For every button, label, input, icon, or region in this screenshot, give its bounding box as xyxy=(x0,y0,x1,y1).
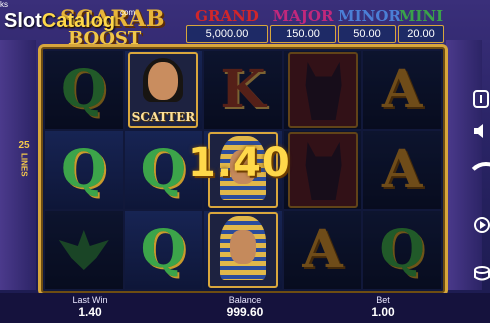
reel-cell xyxy=(45,211,123,289)
balance-label: Balance xyxy=(228,295,262,305)
watermark-right: Catalog xyxy=(41,10,116,32)
symbol-k: K xyxy=(220,59,266,120)
pharaoh-face xyxy=(229,230,256,264)
symbol-q: Q xyxy=(140,219,187,280)
reel-cell xyxy=(283,51,362,129)
last-win: Last Win 1.40 xyxy=(60,295,120,319)
lines-label: LINES xyxy=(19,153,29,177)
symbol-q: Q xyxy=(61,139,107,200)
symbol-scatter: SCATTER xyxy=(128,52,199,128)
cat-icon xyxy=(305,62,342,120)
jackpot-mini-title: MINI xyxy=(398,7,444,25)
jackpot-major: MAJOR 150.00 xyxy=(270,8,336,44)
jackpot-mini-value: 20.00 xyxy=(398,25,444,43)
jackpot-major-title: MAJOR xyxy=(272,7,334,25)
reel-cell: A xyxy=(283,211,362,289)
watermark-domain: com xyxy=(120,8,136,17)
symbol-a: A xyxy=(302,219,343,280)
reel-cell: K xyxy=(204,51,282,129)
jackpot-minor-value: 50.00 xyxy=(338,25,396,43)
speaker-icon xyxy=(474,124,483,138)
reel-cell: Q xyxy=(124,211,203,289)
scatter-label: SCATTER xyxy=(131,110,196,124)
reel-cell xyxy=(204,211,282,289)
jackpot-grand-title: GRAND xyxy=(195,7,259,25)
bet-value: 1.00 xyxy=(371,305,395,319)
autoplay-icon xyxy=(474,217,490,233)
jackpot-minor: MINOR 50.00 xyxy=(338,7,401,44)
symbol-cat xyxy=(287,52,358,128)
symbol-q: Q xyxy=(61,59,107,120)
reel-cell: Q xyxy=(45,131,123,209)
jackpot-grand: GRAND 5,000.00 xyxy=(186,8,268,44)
symbol-q: Q xyxy=(140,139,187,200)
jackpot-grand-value: 5,000.00 xyxy=(186,25,268,43)
reel-cell: Q xyxy=(45,51,123,129)
reel-cell xyxy=(283,131,362,209)
reel-cell: A xyxy=(363,51,441,129)
bet-settings-button[interactable] xyxy=(470,262,490,284)
info-icon xyxy=(473,90,489,108)
balance-value: 999.60 xyxy=(226,305,264,319)
symbol-cat xyxy=(287,132,358,208)
reel-cell: SCATTER xyxy=(124,51,203,129)
jackpot-major-value: 150.00 xyxy=(270,25,336,43)
watermark: SlotCatalog xyxy=(4,10,115,33)
bet[interactable]: Bet 1.00 xyxy=(358,295,408,319)
cleopatra-face xyxy=(148,62,179,100)
symbol-q: Q xyxy=(379,219,425,280)
reel-cell: A xyxy=(363,131,441,209)
lines-indicator: 25 LINES xyxy=(14,140,34,177)
autoplay-button[interactable] xyxy=(470,214,490,236)
last-win-label: Last Win xyxy=(72,295,108,305)
symbol-pharaoh xyxy=(207,212,278,288)
win-amount: 1.40 xyxy=(188,140,291,186)
bet-label: Bet xyxy=(376,295,390,305)
lotus-icon xyxy=(58,230,109,270)
last-win-value: 1.40 xyxy=(78,305,102,319)
lines-count: 25 xyxy=(18,140,30,151)
sound-button[interactable] xyxy=(470,120,490,142)
symbol-a: A xyxy=(382,139,423,200)
jackpot-minor-title: MINOR xyxy=(338,7,401,25)
reel-cell: Q xyxy=(363,211,441,289)
coins-icon xyxy=(474,266,490,281)
watermark-left: Slot xyxy=(4,10,42,32)
info-button[interactable] xyxy=(470,88,490,110)
balance: Balance 999.60 xyxy=(210,295,280,319)
symbol-a: A xyxy=(382,59,423,120)
jackpot-mini: MINI 20.00 xyxy=(398,8,444,44)
cat-icon xyxy=(305,142,342,200)
corner-text: ks xyxy=(0,0,8,9)
